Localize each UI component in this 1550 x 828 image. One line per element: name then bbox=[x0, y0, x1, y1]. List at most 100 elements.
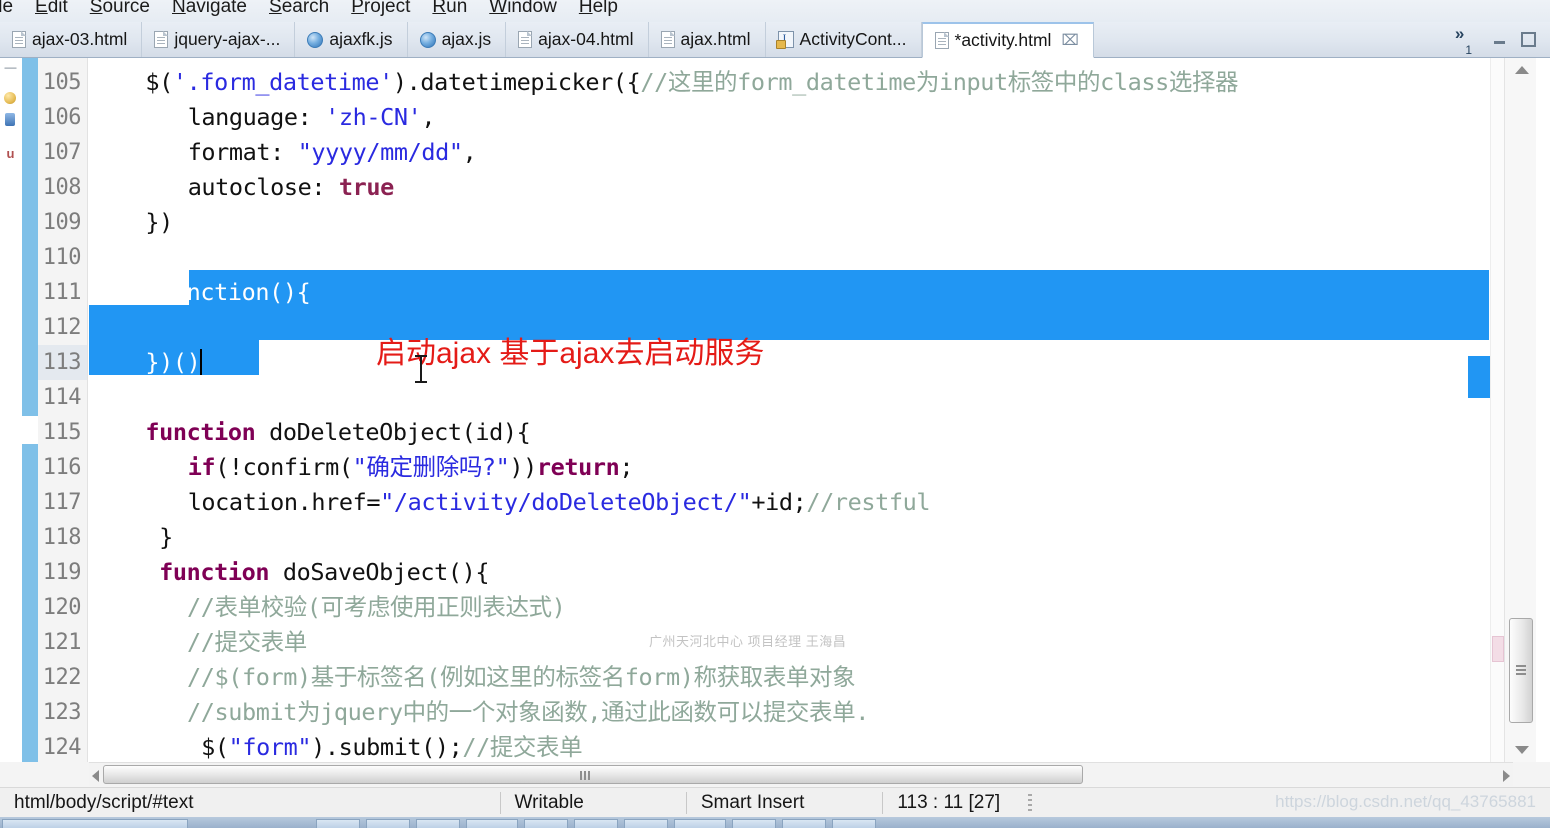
code-line-118[interactable]: } bbox=[145, 520, 173, 555]
scroll-up-arrow-icon[interactable] bbox=[1515, 66, 1529, 74]
menu-item-navigate[interactable]: Navigate bbox=[161, 0, 258, 20]
menu-item-project[interactable]: Project bbox=[340, 0, 421, 20]
code-line-124[interactable]: $("form").submit();//提交表单 bbox=[174, 730, 583, 762]
code-line-108[interactable]: autoclose: true bbox=[188, 170, 395, 205]
code-token: return bbox=[536, 453, 620, 481]
editor-tab-ajax.html[interactable]: ajax.html bbox=[649, 22, 766, 57]
taskbar-item[interactable] bbox=[674, 819, 726, 828]
menu-item-search[interactable]: Search bbox=[258, 0, 340, 20]
code-line-109[interactable]: }) bbox=[145, 205, 173, 240]
menu-item-edit[interactable]: Edit bbox=[24, 0, 79, 20]
code-editor[interactable]: — u 105 106 107 108 109 110 111 112 113 114 115 116… bbox=[0, 58, 1550, 762]
editor-tab-label: ajax.js bbox=[441, 29, 492, 49]
taskbar-item[interactable] bbox=[732, 819, 776, 828]
menu-item-source[interactable]: Source bbox=[79, 0, 161, 20]
editor-tab-ajax.js[interactable]: ajax.js bbox=[408, 22, 507, 57]
line-number: 105 bbox=[42, 70, 82, 95]
overview-ruler[interactable] bbox=[1490, 58, 1504, 762]
line-number: 120 bbox=[42, 595, 82, 620]
vertical-scrollbar-thumb[interactable] bbox=[1509, 618, 1533, 723]
code-line-107[interactable]: format: "yyyy/mm/dd", bbox=[188, 135, 477, 170]
folding-marker-icon[interactable]: — bbox=[3, 60, 18, 75]
editor-tab-label: ajax.html bbox=[680, 29, 751, 49]
taskbar-item[interactable] bbox=[782, 819, 826, 828]
tab-strip: ajax-03.html jquery-ajax-... ajaxfk.js ajax… bbox=[0, 22, 1447, 58]
minimize-icon[interactable] bbox=[1492, 33, 1507, 47]
taskbar-item[interactable] bbox=[366, 819, 410, 828]
menu-item-run[interactable]: Run bbox=[421, 0, 478, 20]
line-number: 113 bbox=[38, 345, 87, 380]
chevron-double-right-icon: » bbox=[1454, 24, 1465, 43]
code-line-113[interactable]: })() bbox=[145, 345, 203, 380]
code-line-120[interactable]: //表单校验(可考虑使用正则表达式) bbox=[160, 590, 566, 625]
menu-item-help[interactable]: Help bbox=[568, 0, 629, 20]
code-line-106[interactable]: language: 'zh-CN', bbox=[187, 100, 436, 135]
maximize-icon[interactable] bbox=[1521, 32, 1536, 47]
editor-tab-ajax03.html[interactable]: ajax-03.html bbox=[0, 22, 143, 57]
taskbar-item[interactable] bbox=[316, 819, 360, 828]
code-token: , bbox=[462, 138, 477, 166]
code-token: //restful bbox=[806, 488, 931, 516]
html-file-icon bbox=[12, 31, 26, 48]
scroll-right-arrow-icon[interactable] bbox=[1503, 770, 1510, 782]
vertical-scrollbar[interactable] bbox=[1504, 58, 1536, 762]
code-line-116[interactable]: if(!confirm("确定删除吗?"))return; bbox=[188, 450, 634, 485]
code-token: })() bbox=[145, 348, 201, 376]
scroll-left-arrow-icon[interactable] bbox=[92, 770, 99, 782]
code-token: ).submit(); bbox=[311, 733, 463, 761]
taskbar-item[interactable] bbox=[624, 819, 668, 828]
taskbar-item[interactable] bbox=[416, 819, 460, 828]
code-token: , bbox=[421, 103, 436, 131]
change-bar bbox=[22, 58, 38, 762]
editor-tab-ajax04.html[interactable]: ajax-04.html bbox=[506, 22, 649, 57]
line-number: 123 bbox=[42, 700, 82, 725]
mouse-ibeam-cursor bbox=[415, 355, 427, 383]
tab-overflow-button[interactable]: » 1 bbox=[1447, 22, 1482, 57]
editor-tab-activitycont...[interactable]: ActivityCont... bbox=[766, 22, 922, 57]
page-watermark: https://blog.csdn.net/qq_43765881 bbox=[1275, 792, 1536, 811]
line-number: 119 bbox=[42, 560, 82, 585]
taskbar-item[interactable] bbox=[574, 819, 618, 828]
status-drag-handle[interactable] bbox=[1028, 793, 1033, 812]
taskbar-item[interactable] bbox=[2, 819, 188, 828]
taskbar-item[interactable] bbox=[466, 819, 518, 828]
editor-tab-ajaxfk.js[interactable]: ajaxfk.js bbox=[295, 22, 408, 57]
os-taskbar bbox=[0, 817, 1550, 828]
code-surface[interactable]: $('.form_datetime').datetimepicker({//这里… bbox=[89, 58, 1489, 762]
code-token: (function(){ bbox=[145, 278, 311, 306]
editor-tab-bar: ajax-03.html jquery-ajax-... ajaxfk.js ajax… bbox=[0, 22, 1550, 58]
code-line-122[interactable]: //$(form)基于标签名(例如这里的标签名form)称获取表单对象 bbox=[160, 660, 856, 695]
eclipse-ide-window: ileEditSourceNavigateSearchProjectRunWin… bbox=[0, 0, 1550, 828]
code-line-119[interactable]: function doSaveObject(){ bbox=[145, 555, 489, 590]
menu-item-ile[interactable]: ile bbox=[0, 0, 24, 20]
editor-tab-activity.html[interactable]: *activity.html ⌧ bbox=[921, 22, 1094, 58]
code-line-105[interactable]: $('.form_datetime').datetimepicker({//这里… bbox=[145, 65, 1238, 100]
code-token: ; bbox=[619, 453, 634, 481]
taskbar-item[interactable] bbox=[524, 819, 568, 828]
code-token: (!confirm( bbox=[215, 453, 353, 481]
code-line-111[interactable]: (function(){ bbox=[145, 275, 310, 310]
code-token: language: bbox=[187, 103, 326, 131]
horizontal-scrollbar[interactable] bbox=[89, 762, 1513, 786]
code-line-117[interactable]: location.href="/activity/doDeleteObject/… bbox=[188, 485, 931, 520]
html-file-icon bbox=[660, 31, 675, 48]
code-token: "yyyy/mm/dd" bbox=[297, 138, 463, 166]
code-token: } bbox=[145, 523, 173, 551]
scroll-down-arrow-icon[interactable] bbox=[1515, 746, 1529, 754]
code-token: )) bbox=[509, 453, 537, 481]
code-token: }) bbox=[145, 208, 173, 236]
taskbar-item[interactable] bbox=[832, 819, 876, 828]
editor-tab-jqueryajax...[interactable]: jquery-ajax-... bbox=[142, 22, 296, 57]
overview-ruler-mark[interactable] bbox=[1492, 636, 1504, 662]
horizontal-scrollbar-thumb[interactable] bbox=[103, 765, 1083, 784]
close-icon[interactable]: ⌧ bbox=[1061, 33, 1078, 48]
error-marker-icon: u bbox=[6, 146, 15, 161]
status-bar: html/body/script/#text Writable Smart In… bbox=[0, 787, 1550, 817]
marker-column[interactable]: — u bbox=[0, 58, 22, 762]
status-insert-mode: Smart Insert bbox=[700, 791, 805, 813]
code-line-121[interactable]: //提交表单 bbox=[160, 625, 307, 660]
status-writable: Writable bbox=[514, 791, 584, 813]
code-line-115[interactable]: function doDeleteObject(id){ bbox=[145, 415, 530, 450]
code-line-123[interactable]: //submit为jquery中的一个对象函数,通过此函数可以提交表单. bbox=[160, 695, 869, 730]
menu-item-window[interactable]: Window bbox=[478, 0, 568, 20]
